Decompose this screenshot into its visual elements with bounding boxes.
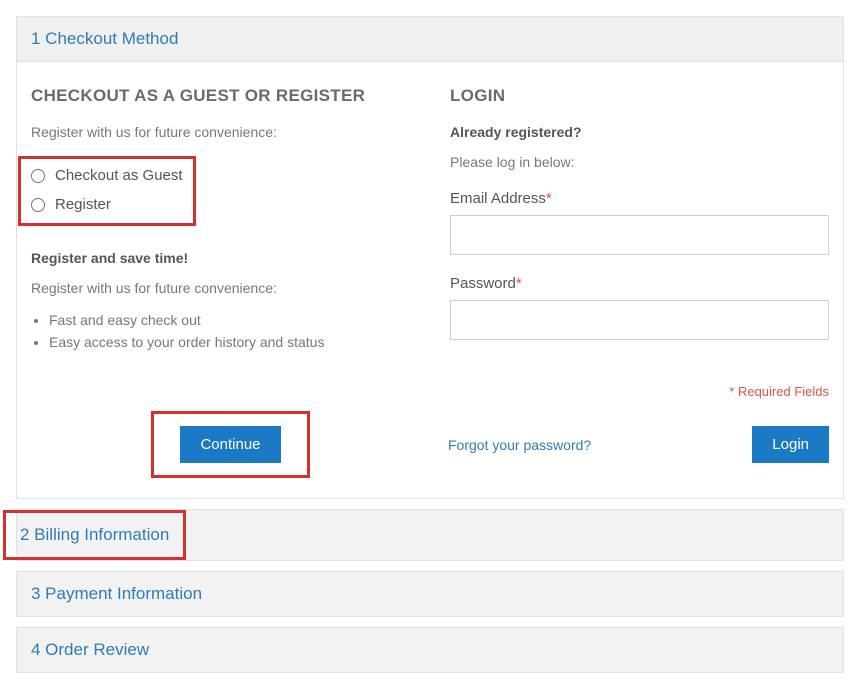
login-panel: LOGIN Already registered? Please log in … (450, 86, 829, 356)
email-label: Email Address* (450, 190, 829, 207)
step-1-body: CHECKOUT AS A GUEST OR REGISTER Register… (17, 62, 843, 498)
continue-button[interactable]: Continue (180, 426, 280, 463)
actions-row: Continue Forgot your password? Login (31, 411, 829, 478)
guest-register-panel: CHECKOUT AS A GUEST OR REGISTER Register… (31, 86, 430, 356)
benefit-item: Fast and easy check out (49, 312, 430, 328)
required-fields-note: * Required Fields (31, 384, 829, 399)
required-star: * (546, 190, 552, 207)
step-billing-information: 2 Billing Information (16, 509, 844, 561)
step-4-header[interactable]: 4 Order Review (17, 628, 843, 672)
password-label-text: Password (450, 275, 516, 292)
step-3-title: 3 Payment Information (31, 584, 202, 603)
login-button[interactable]: Login (752, 426, 829, 463)
continue-highlight-box: Continue (151, 411, 309, 478)
password-field[interactable] (450, 300, 829, 340)
step-4-title: 4 Order Review (31, 640, 149, 659)
step-checkout-method: 1 Checkout Method CHECKOUT AS A GUEST OR… (16, 16, 844, 499)
password-label: Password* (450, 275, 829, 292)
step-payment-information: 3 Payment Information (16, 571, 844, 617)
required-star: * (516, 275, 522, 292)
radio-register[interactable]: Register (31, 196, 183, 213)
email-field[interactable] (450, 215, 829, 255)
benefit-item: Easy access to your order history and st… (49, 334, 430, 350)
login-title: LOGIN (450, 86, 829, 106)
step-2-title: 2 Billing Information (3, 510, 186, 560)
step-1-title: 1 Checkout Method (31, 29, 178, 48)
step-order-review: 4 Order Review (16, 627, 844, 673)
radio-register-input[interactable] (31, 198, 45, 212)
step-3-header[interactable]: 3 Payment Information (17, 572, 843, 616)
already-registered: Already registered? (450, 124, 829, 140)
radio-highlight-box: Checkout as Guest Register (18, 156, 196, 226)
radio-guest-label: Checkout as Guest (55, 167, 183, 184)
guest-title: CHECKOUT AS A GUEST OR REGISTER (31, 86, 430, 106)
please-login: Please log in below: (450, 154, 829, 170)
convenience-text: Register with us for future convenience: (31, 280, 430, 296)
step-2-header[interactable]: 2 Billing Information (17, 510, 843, 560)
benefits-list: Fast and easy check out Easy access to y… (31, 312, 430, 350)
radio-guest-input[interactable] (31, 169, 45, 183)
radio-checkout-guest[interactable]: Checkout as Guest (31, 167, 183, 184)
radio-register-label: Register (55, 196, 111, 213)
email-label-text: Email Address (450, 190, 546, 207)
save-time-heading: Register and save time! (31, 250, 430, 266)
step-1-header[interactable]: 1 Checkout Method (17, 17, 843, 62)
guest-subtitle: Register with us for future convenience: (31, 124, 430, 140)
forgot-password-link[interactable]: Forgot your password? (448, 437, 591, 453)
